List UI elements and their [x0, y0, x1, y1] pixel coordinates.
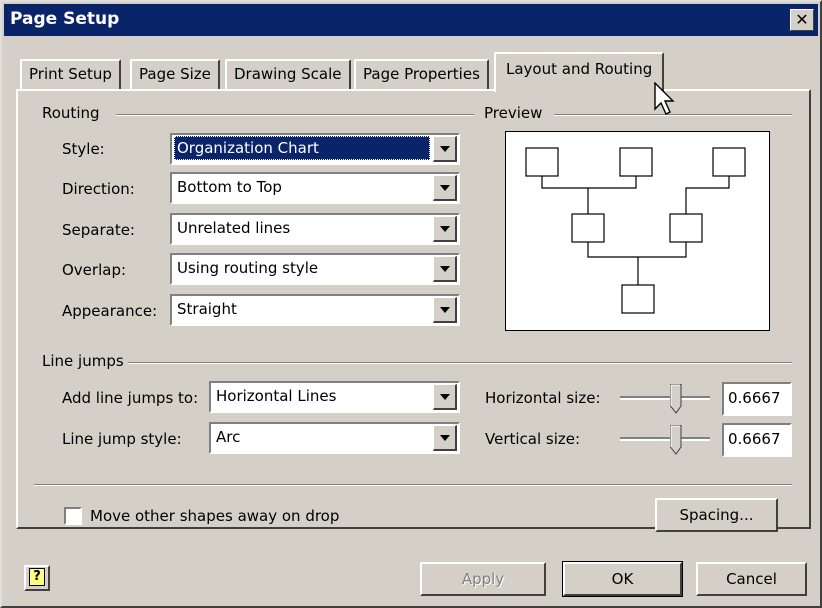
spacing-button-label: Spacing... [679, 506, 754, 524]
preview-box [712, 147, 746, 177]
add-line-jumps-label: Add line jumps to: [62, 389, 199, 407]
line-jump-style-value: Arc [216, 428, 241, 446]
chevron-down-icon[interactable] [433, 136, 457, 162]
chevron-down-icon[interactable] [433, 256, 457, 282]
dialog-title: Page Setup [10, 9, 120, 29]
tab-label: Print Setup [29, 65, 112, 83]
tab-print-setup[interactable]: Print Setup [20, 59, 121, 90]
style-value: Organization Chart [174, 136, 430, 160]
preview-box [619, 147, 653, 177]
preview-group-label: Preview [484, 104, 547, 122]
add-line-jumps-dropdown[interactable]: Horizontal Lines [209, 381, 460, 413]
tab-page-size[interactable]: Page Size [130, 59, 220, 90]
preview-box [525, 147, 559, 177]
move-shapes-label[interactable]: Move other shapes away on drop [90, 507, 339, 525]
ok-button-label: OK [611, 570, 634, 588]
tab-drawing-scale[interactable]: Drawing Scale [225, 59, 351, 90]
title-bar[interactable]: Page Setup ✕ [4, 4, 818, 36]
ok-button[interactable]: OK [562, 561, 683, 597]
separate-label: Separate: [62, 221, 135, 239]
vertical-size-slider[interactable] [620, 423, 710, 457]
separate-value: Unrelated lines [177, 219, 291, 237]
appearance-value: Straight [177, 300, 237, 318]
help-button[interactable]: ? [24, 565, 50, 591]
tab-label: Page Properties [363, 65, 480, 83]
line-jumps-group-label: Line jumps [42, 352, 128, 370]
horizontal-size-input[interactable]: 0.6667 [722, 382, 792, 416]
preview-connector [541, 176, 637, 189]
vertical-size-value: 0.6667 [728, 430, 781, 448]
horizontal-size-slider[interactable] [620, 382, 710, 416]
slider-thumb[interactable] [670, 384, 682, 414]
overlap-dropdown[interactable]: Using routing style [170, 253, 460, 285]
tab-page-properties[interactable]: Page Properties [354, 59, 489, 90]
preview-connector [685, 176, 730, 214]
chevron-down-icon[interactable] [433, 425, 457, 451]
horizontal-size-label: Horizontal size: [485, 389, 601, 407]
preview-connector [587, 242, 687, 258]
help-icon: ? [29, 568, 45, 586]
line-jump-style-dropdown[interactable]: Arc [209, 422, 460, 454]
preview-box [571, 213, 605, 243]
layout-preview [505, 131, 770, 331]
apply-button[interactable]: Apply [420, 562, 546, 596]
add-line-jumps-value: Horizontal Lines [216, 387, 337, 405]
bottom-divider [34, 484, 792, 486]
horizontal-size-value: 0.6667 [728, 389, 781, 407]
vertical-size-input[interactable]: 0.6667 [722, 423, 792, 457]
direction-value: Bottom to Top [177, 178, 282, 196]
line-jump-style-label: Line jump style: [62, 430, 182, 448]
spacing-button[interactable]: Spacing... [655, 498, 778, 532]
move-shapes-checkbox[interactable] [64, 507, 82, 525]
close-button[interactable]: ✕ [790, 9, 814, 31]
tab-label: Page Size [139, 65, 211, 83]
slider-thumb[interactable] [670, 425, 682, 455]
org-chart-preview-diagram [525, 147, 746, 314]
direction-label: Direction: [62, 180, 135, 198]
cancel-button-label: Cancel [726, 570, 777, 588]
cancel-button[interactable]: Cancel [696, 562, 807, 596]
close-icon: ✕ [795, 10, 809, 29]
separate-dropdown[interactable]: Unrelated lines [170, 213, 460, 245]
appearance-label: Appearance: [62, 302, 158, 320]
routing-divider [116, 114, 474, 116]
overlap-label: Overlap: [62, 261, 127, 279]
tab-label: Layout and Routing [506, 60, 653, 78]
chevron-down-icon[interactable] [433, 384, 457, 410]
slider-track[interactable] [620, 437, 710, 441]
tab-layout-and-routing[interactable]: Layout and Routing [494, 52, 665, 92]
apply-button-label: Apply [461, 570, 505, 588]
routing-group-label: Routing [42, 104, 104, 122]
tab-label: Drawing Scale [234, 65, 342, 83]
vertical-size-label: Vertical size: [485, 430, 581, 448]
style-dropdown[interactable]: Organization Chart [170, 133, 460, 165]
chevron-down-icon[interactable] [433, 175, 457, 201]
preview-box [621, 284, 655, 314]
appearance-dropdown[interactable]: Straight [170, 294, 460, 326]
preview-box [669, 213, 703, 243]
style-label: Style: [62, 140, 105, 158]
arrow-help-cursor-icon [654, 82, 675, 115]
chevron-down-icon[interactable] [433, 216, 457, 242]
line-jumps-divider [122, 362, 792, 364]
overlap-value: Using routing style [177, 259, 319, 277]
slider-track[interactable] [620, 396, 710, 400]
chevron-down-icon[interactable] [433, 297, 457, 323]
direction-dropdown[interactable]: Bottom to Top [170, 172, 460, 204]
